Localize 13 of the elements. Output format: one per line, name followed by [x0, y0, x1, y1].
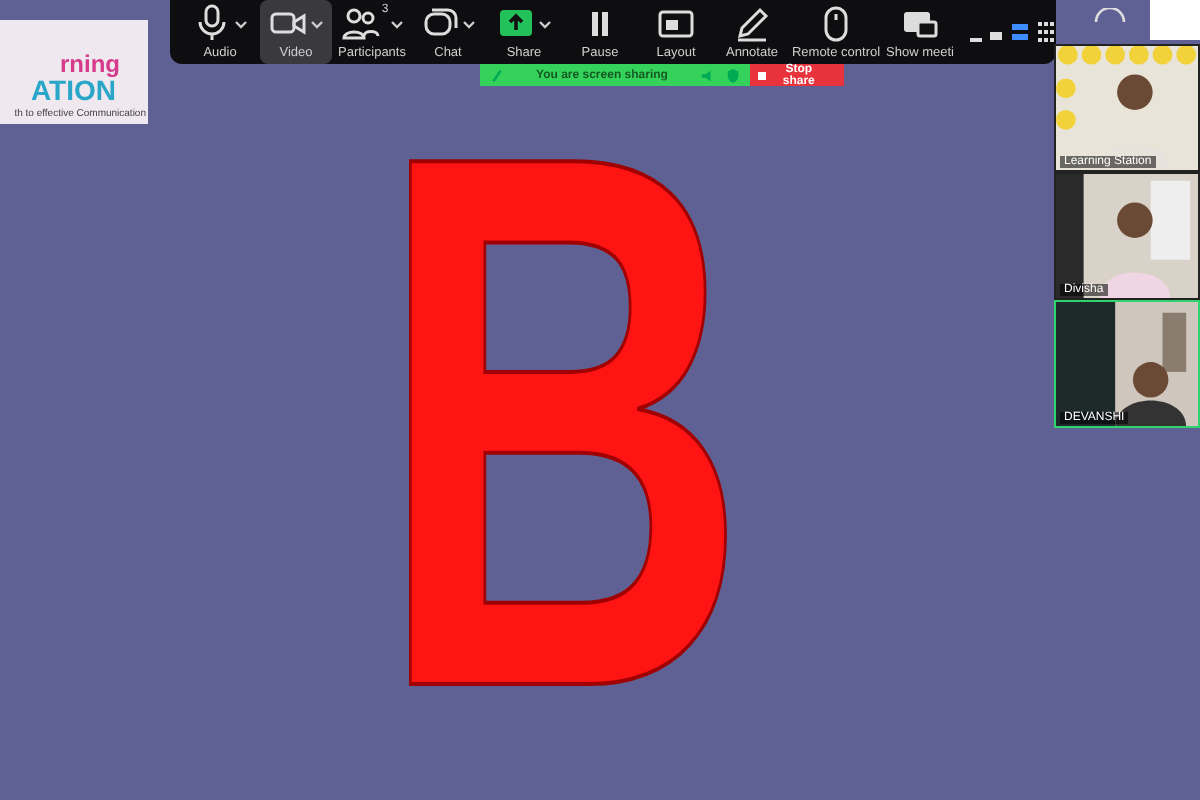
speaker-view-icon — [1010, 20, 1030, 44]
gallery-view-icon — [1036, 20, 1056, 44]
slide-letter: B — [375, 140, 749, 703]
pin-icon — [490, 67, 505, 83]
pen-icon — [732, 4, 772, 44]
handle-icon — [1094, 8, 1126, 24]
participants-icon — [339, 4, 380, 44]
minimize-icon — [970, 38, 982, 42]
window-corner — [1150, 0, 1200, 40]
logo-text: ATION — [30, 76, 116, 104]
logo-text: rning — [60, 52, 120, 76]
speaker-icon — [699, 67, 714, 83]
shield-icon — [725, 67, 741, 83]
